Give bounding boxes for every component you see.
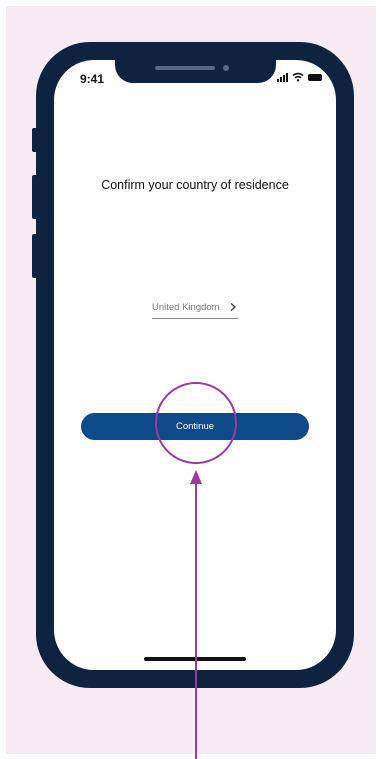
signal-icon <box>277 73 288 82</box>
page-title: Confirm your country of residence <box>101 178 289 192</box>
speaker-grille <box>155 66 215 70</box>
battery-icon <box>308 74 322 81</box>
chevron-right-icon <box>230 303 236 311</box>
phone-screen: 9:41 Confirm your country of residence U… <box>54 60 336 670</box>
phone-notch <box>115 60 276 83</box>
home-indicator <box>144 657 246 661</box>
status-icons <box>277 72 322 82</box>
country-select[interactable]: United Kingdom <box>152 296 238 319</box>
wifi-icon <box>292 72 304 82</box>
continue-button[interactable]: Continue <box>81 413 309 440</box>
front-camera <box>223 65 229 71</box>
status-time: 9:41 <box>80 72 105 86</box>
country-value: United Kingdom <box>152 301 220 313</box>
